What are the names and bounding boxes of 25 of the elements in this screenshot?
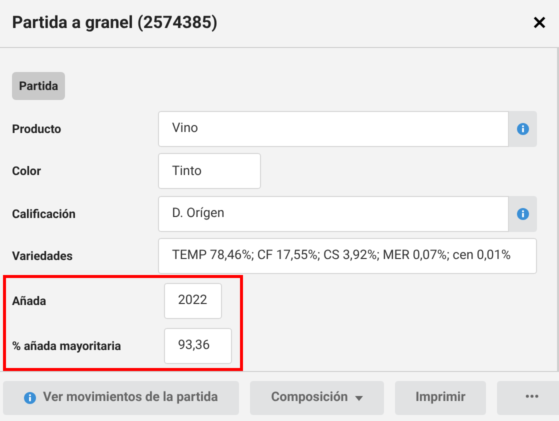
- dropdown-button[interactable]: Composición: [250, 381, 384, 415]
- info-icon: [517, 123, 529, 136]
- input-field[interactable]: D. Orígen: [158, 196, 509, 232]
- info-icon: [24, 392, 36, 404]
- field-label: Producto: [11, 121, 62, 138]
- field-label: Variedades: [11, 248, 74, 265]
- input-field[interactable]: 2022: [164, 282, 222, 318]
- field-label: Calificación: [11, 206, 77, 223]
- field-label: Añada: [11, 292, 48, 310]
- window-title: Partida a granel (2574385): [12, 12, 218, 35]
- input-field[interactable]: Tinto: [158, 153, 261, 190]
- input-field[interactable]: TEMP 78,46%; CF 17,55%; CS 3,92%; MER 0,07%; cen 0,01%: [158, 238, 537, 274]
- more-button[interactable]: •••: [497, 381, 559, 415]
- info-icon: [517, 208, 529, 220]
- field-label: % añada mayoritaria: [11, 338, 122, 354]
- input-field[interactable]: Vino: [158, 111, 509, 148]
- action-button[interactable]: Ver movimientos de la partida: [3, 381, 239, 415]
- close-button[interactable]: ✕: [532, 14, 547, 32]
- input-field[interactable]: 93,36: [164, 328, 232, 364]
- field-label: Color: [11, 163, 42, 180]
- caret-icon: [354, 396, 363, 400]
- action-button[interactable]: Imprimir: [395, 381, 486, 415]
- section-tag: Partida: [12, 72, 66, 100]
- info-button[interactable]: [509, 111, 537, 148]
- info-button[interactable]: [509, 196, 537, 232]
